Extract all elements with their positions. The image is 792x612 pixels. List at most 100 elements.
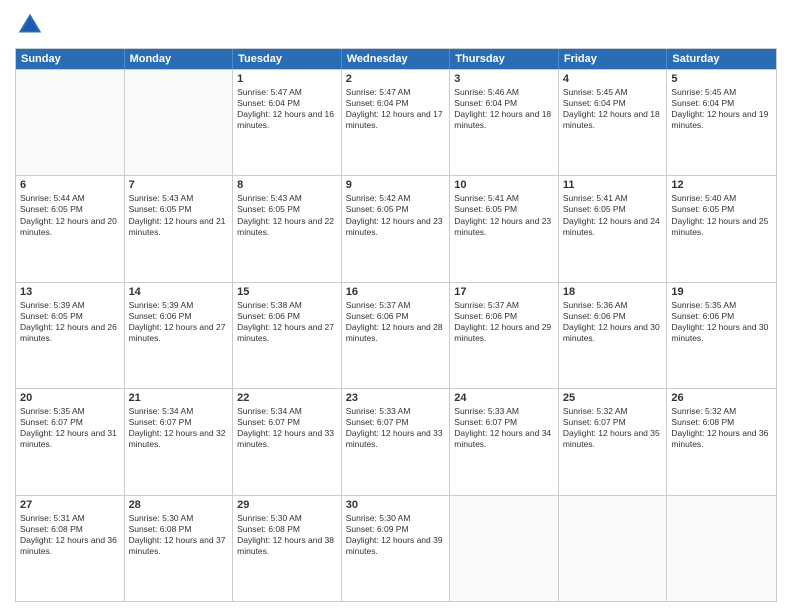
- page: SundayMondayTuesdayWednesdayThursdayFrid…: [0, 0, 792, 612]
- cell-day-number: 7: [129, 179, 229, 191]
- day-of-week-header: Saturday: [667, 49, 776, 69]
- cell-info-text: Sunrise: 5:32 AM Sunset: 6:08 PM Dayligh…: [671, 406, 772, 450]
- calendar-cell: 23 Sunrise: 5:33 AM Sunset: 6:07 PM Dayli…: [342, 389, 451, 494]
- cell-day-number: 23: [346, 392, 446, 404]
- cell-day-number: 16: [346, 286, 446, 298]
- calendar-cell: 10 Sunrise: 5:41 AM Sunset: 6:05 PM Dayli…: [450, 176, 559, 281]
- day-of-week-header: Wednesday: [342, 49, 451, 69]
- calendar-cell: 14 Sunrise: 5:39 AM Sunset: 6:06 PM Dayli…: [125, 283, 234, 388]
- calendar-cell: 12 Sunrise: 5:40 AM Sunset: 6:05 PM Dayli…: [667, 176, 776, 281]
- cell-day-number: 11: [563, 179, 663, 191]
- cell-info-text: Sunrise: 5:43 AM Sunset: 6:05 PM Dayligh…: [129, 193, 229, 237]
- cell-day-number: 29: [237, 499, 337, 511]
- cell-info-text: Sunrise: 5:44 AM Sunset: 6:05 PM Dayligh…: [20, 193, 120, 237]
- calendar-cell: 30 Sunrise: 5:30 AM Sunset: 6:09 PM Dayli…: [342, 496, 451, 601]
- cell-info-text: Sunrise: 5:30 AM Sunset: 6:09 PM Dayligh…: [346, 513, 446, 557]
- calendar-row-2: 6Sunrise: 5:44 AM Sunset: 6:05 PM Daylig…: [16, 175, 776, 281]
- calendar-cell: 17Sunrise: 5:37 AM Sunset: 6:06 PM Dayli…: [450, 283, 559, 388]
- calendar-cell: [16, 70, 125, 175]
- cell-info-text: Sunrise: 5:45 AM Sunset: 6:04 PM Dayligh…: [671, 87, 772, 131]
- cell-info-text: Sunrise: 5:47 AM Sunset: 6:04 PM Dayligh…: [237, 87, 337, 131]
- cell-day-number: 14: [129, 286, 229, 298]
- calendar-row-1: 1 Sunrise: 5:47 AM Sunset: 6:04 PM Daylig…: [16, 69, 776, 175]
- cell-day-number: 5: [671, 73, 772, 85]
- cell-day-number: 25: [563, 392, 663, 404]
- calendar-cell: 5 Sunrise: 5:45 AM Sunset: 6:04 PM Daylig…: [667, 70, 776, 175]
- cell-day-number: 12: [671, 179, 772, 191]
- calendar-cell: [559, 496, 668, 601]
- cell-day-number: 24: [454, 392, 554, 404]
- calendar-cell: 28 Sunrise: 5:30 AM Sunset: 6:08 PM Dayli…: [125, 496, 234, 601]
- cell-info-text: Sunrise: 5:37 AM Sunset: 6:06 PM Dayligh…: [346, 300, 446, 344]
- cell-day-number: 10: [454, 179, 554, 191]
- cell-info-text: Sunrise: 5:34 AM Sunset: 6:07 PM Dayligh…: [237, 406, 337, 450]
- cell-info-text: Sunrise: 5:33 AM Sunset: 6:07 PM Dayligh…: [346, 406, 446, 450]
- calendar-body: 1 Sunrise: 5:47 AM Sunset: 6:04 PM Daylig…: [16, 69, 776, 601]
- day-of-week-header: Tuesday: [233, 49, 342, 69]
- logo: [15, 10, 49, 40]
- cell-day-number: 21: [129, 392, 229, 404]
- calendar-row-5: 27 Sunrise: 5:31 AM Sunset: 6:08 PM Dayli…: [16, 495, 776, 601]
- cell-info-text: Sunrise: 5:34 AM Sunset: 6:07 PM Dayligh…: [129, 406, 229, 450]
- cell-info-text: Sunrise: 5:40 AM Sunset: 6:05 PM Dayligh…: [671, 193, 772, 237]
- cell-day-number: 26: [671, 392, 772, 404]
- calendar-row-4: 20 Sunrise: 5:35 AM Sunset: 6:07 PM Dayli…: [16, 388, 776, 494]
- cell-day-number: 27: [20, 499, 120, 511]
- cell-info-text: Sunrise: 5:46 AM Sunset: 6:04 PM Dayligh…: [454, 87, 554, 131]
- calendar-cell: 24 Sunrise: 5:33 AM Sunset: 6:07 PM Dayli…: [450, 389, 559, 494]
- cell-day-number: 22: [237, 392, 337, 404]
- cell-info-text: Sunrise: 5:42 AM Sunset: 6:05 PM Dayligh…: [346, 193, 446, 237]
- day-of-week-header: Monday: [125, 49, 234, 69]
- cell-info-text: Sunrise: 5:37 AM Sunset: 6:06 PM Dayligh…: [454, 300, 554, 344]
- cell-day-number: 13: [20, 286, 120, 298]
- cell-day-number: 4: [563, 73, 663, 85]
- cell-day-number: 28: [129, 499, 229, 511]
- cell-info-text: Sunrise: 5:47 AM Sunset: 6:04 PM Dayligh…: [346, 87, 446, 131]
- calendar-cell: 20 Sunrise: 5:35 AM Sunset: 6:07 PM Dayli…: [16, 389, 125, 494]
- calendar-cell: 26 Sunrise: 5:32 AM Sunset: 6:08 PM Dayli…: [667, 389, 776, 494]
- cell-day-number: 15: [237, 286, 337, 298]
- calendar-cell: [450, 496, 559, 601]
- cell-day-number: 20: [20, 392, 120, 404]
- calendar-cell: [667, 496, 776, 601]
- calendar: SundayMondayTuesdayWednesdayThursdayFrid…: [15, 48, 777, 602]
- cell-info-text: Sunrise: 5:30 AM Sunset: 6:08 PM Dayligh…: [237, 513, 337, 557]
- cell-info-text: Sunrise: 5:41 AM Sunset: 6:05 PM Dayligh…: [454, 193, 554, 237]
- calendar-cell: 6Sunrise: 5:44 AM Sunset: 6:05 PM Daylig…: [16, 176, 125, 281]
- cell-info-text: Sunrise: 5:39 AM Sunset: 6:06 PM Dayligh…: [129, 300, 229, 344]
- cell-info-text: Sunrise: 5:41 AM Sunset: 6:05 PM Dayligh…: [563, 193, 663, 237]
- logo-icon: [15, 10, 45, 40]
- calendar-cell: 22 Sunrise: 5:34 AM Sunset: 6:07 PM Dayli…: [233, 389, 342, 494]
- day-of-week-header: Friday: [559, 49, 668, 69]
- header: [15, 10, 777, 40]
- calendar-cell: 3Sunrise: 5:46 AM Sunset: 6:04 PM Daylig…: [450, 70, 559, 175]
- cell-day-number: 30: [346, 499, 446, 511]
- cell-day-number: 18: [563, 286, 663, 298]
- cell-info-text: Sunrise: 5:33 AM Sunset: 6:07 PM Dayligh…: [454, 406, 554, 450]
- cell-day-number: 19: [671, 286, 772, 298]
- calendar-cell: 4Sunrise: 5:45 AM Sunset: 6:04 PM Daylig…: [559, 70, 668, 175]
- calendar-row-3: 13Sunrise: 5:39 AM Sunset: 6:05 PM Dayli…: [16, 282, 776, 388]
- cell-day-number: 8: [237, 179, 337, 191]
- calendar-header: SundayMondayTuesdayWednesdayThursdayFrid…: [16, 49, 776, 69]
- calendar-cell: 9 Sunrise: 5:42 AM Sunset: 6:05 PM Daylig…: [342, 176, 451, 281]
- cell-info-text: Sunrise: 5:35 AM Sunset: 6:06 PM Dayligh…: [671, 300, 772, 344]
- calendar-cell: 13Sunrise: 5:39 AM Sunset: 6:05 PM Dayli…: [16, 283, 125, 388]
- cell-info-text: Sunrise: 5:31 AM Sunset: 6:08 PM Dayligh…: [20, 513, 120, 557]
- cell-info-text: Sunrise: 5:38 AM Sunset: 6:06 PM Dayligh…: [237, 300, 337, 344]
- day-of-week-header: Sunday: [16, 49, 125, 69]
- cell-day-number: 1: [237, 73, 337, 85]
- calendar-cell: 18Sunrise: 5:36 AM Sunset: 6:06 PM Dayli…: [559, 283, 668, 388]
- calendar-cell: 29 Sunrise: 5:30 AM Sunset: 6:08 PM Dayli…: [233, 496, 342, 601]
- cell-info-text: Sunrise: 5:35 AM Sunset: 6:07 PM Dayligh…: [20, 406, 120, 450]
- cell-day-number: 9: [346, 179, 446, 191]
- calendar-cell: 16 Sunrise: 5:37 AM Sunset: 6:06 PM Dayli…: [342, 283, 451, 388]
- calendar-cell: 25 Sunrise: 5:32 AM Sunset: 6:07 PM Dayli…: [559, 389, 668, 494]
- calendar-cell: [125, 70, 234, 175]
- calendar-cell: 1 Sunrise: 5:47 AM Sunset: 6:04 PM Daylig…: [233, 70, 342, 175]
- calendar-cell: 21 Sunrise: 5:34 AM Sunset: 6:07 PM Dayli…: [125, 389, 234, 494]
- calendar-cell: 15 Sunrise: 5:38 AM Sunset: 6:06 PM Dayli…: [233, 283, 342, 388]
- calendar-cell: 7 Sunrise: 5:43 AM Sunset: 6:05 PM Daylig…: [125, 176, 234, 281]
- cell-info-text: Sunrise: 5:32 AM Sunset: 6:07 PM Dayligh…: [563, 406, 663, 450]
- cell-info-text: Sunrise: 5:30 AM Sunset: 6:08 PM Dayligh…: [129, 513, 229, 557]
